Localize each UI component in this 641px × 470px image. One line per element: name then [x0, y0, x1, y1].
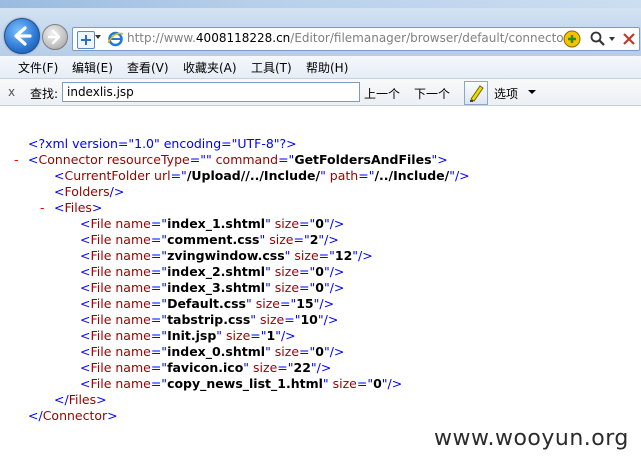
folders-tag: <Folders/> — [54, 184, 125, 199]
xml-document-view: <?xml version="1.0" encoding="UTF-8"?> -… — [0, 106, 641, 470]
file-row: <File name="copy_news_list_1.html" size=… — [80, 376, 403, 391]
menu-edit[interactable]: 编辑(E) — [72, 59, 113, 76]
file-row: <File name="tabstrip.css" size="10"/> — [80, 312, 339, 327]
file-row: <File name="index_3.shtml" size="0"/> — [80, 280, 345, 295]
close-icon[interactable] — [621, 30, 637, 47]
menu-view[interactable]: 查看(V) — [127, 59, 169, 76]
file-row: <File name="zvingwindow.css" size="12"/> — [80, 248, 373, 263]
find-next-button[interactable]: 下一个 — [414, 85, 450, 102]
menu-favorites[interactable]: 收藏夹(A) — [183, 59, 237, 76]
browser-toolbar: http://www.4008118228.cn/Editor/filemana… — [0, 0, 641, 56]
file-row: <File name="Default.css" size="15"/> — [80, 296, 335, 311]
file-row: <File name="favicon.ico" size="22"/> — [80, 360, 332, 375]
files-close-tag: </Files> — [54, 392, 107, 407]
ie-page-icon — [107, 31, 124, 47]
find-options-button[interactable]: 选项 — [494, 85, 518, 102]
magnifier-icon[interactable] — [589, 30, 607, 48]
arrow-right-icon — [47, 29, 61, 45]
file-row: <File name="Init.jsp" size="1"/> — [80, 328, 296, 343]
xml-declaration: <?xml version="1.0" encoding="UTF-8"?> — [28, 136, 297, 151]
menu-bar: 文件(F) 编辑(E) 查看(V) 收藏夹(A) 工具(T) 帮助(H) — [0, 56, 641, 79]
chevron-down-icon[interactable] — [609, 37, 615, 41]
find-label: 查找: — [30, 87, 59, 101]
compatibility-view-icon[interactable] — [563, 30, 581, 48]
file-row: <File name="index_2.shtml" size="0"/> — [80, 264, 345, 279]
find-bar: x 查找: 上一个 下一个 选项 — [0, 79, 641, 106]
arrow-left-icon — [14, 26, 32, 46]
menu-tools[interactable]: 工具(T) — [251, 59, 292, 76]
collapse-toggle[interactable]: - — [40, 200, 45, 215]
find-previous-button[interactable]: 上一个 — [364, 85, 400, 102]
file-row: <File name="comment.css" size="2"/> — [80, 232, 339, 247]
find-input[interactable] — [62, 82, 360, 102]
highlighter-icon — [470, 85, 484, 102]
address-url[interactable]: http://www.4008118228.cn/Editor/filemana… — [127, 31, 575, 45]
files-open-tag: <Files> — [54, 200, 103, 215]
back-button[interactable] — [4, 18, 40, 54]
menu-help[interactable]: 帮助(H) — [306, 59, 348, 76]
connector-close-tag: </Connector> — [28, 408, 118, 423]
add-favorite-icon[interactable] — [77, 31, 95, 49]
find-close-button[interactable]: x — [8, 85, 15, 99]
watermark: www.wooyun.org — [434, 426, 629, 451]
address-bar[interactable]: http://www.4008118228.cn/Editor/filemana… — [72, 27, 640, 51]
forward-button[interactable] — [42, 24, 68, 50]
chevron-down-icon[interactable] — [95, 35, 101, 39]
file-row: <File name="index_0.shtml" size="0"/> — [80, 344, 345, 359]
current-folder-tag: <CurrentFolder url="/Upload//../Include/… — [54, 168, 470, 183]
chevron-down-icon[interactable] — [528, 90, 536, 94]
collapse-toggle[interactable]: - — [14, 152, 19, 167]
highlight-toggle-button[interactable] — [464, 81, 488, 105]
menu-file[interactable]: 文件(F) — [18, 59, 58, 76]
file-row: <File name="index_1.shtml" size="0"/> — [80, 216, 345, 231]
title-strip — [0, 0, 641, 8]
connector-open-tag: <Connector resourceType="" command="GetF… — [28, 152, 448, 167]
